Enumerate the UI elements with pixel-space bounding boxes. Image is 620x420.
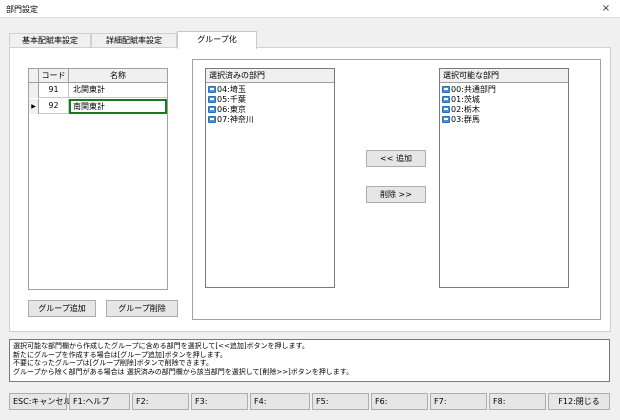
list-item[interactable]: 00:共通部門: [442, 85, 496, 95]
list-item-label: 03:群馬: [451, 115, 480, 124]
department-icon: [208, 116, 216, 123]
row-name-editor[interactable]: 南関東計: [69, 99, 167, 114]
row-pointer-icon: [29, 83, 39, 98]
list-item-label: 05:千葉: [217, 95, 246, 104]
list-item-label: 04:埼玉: [217, 85, 246, 94]
f8-button[interactable]: F8:: [489, 393, 546, 410]
row-code: 91: [39, 83, 69, 98]
department-icon: [208, 86, 216, 93]
tab-basic-allocation[interactable]: 基本配賦率設定: [9, 33, 91, 48]
row-name: 北関東計: [73, 85, 105, 94]
list-item-label: 01:茨城: [451, 95, 480, 104]
list-item[interactable]: 06:東京: [208, 105, 246, 115]
available-list-header: 選択可能な部門: [440, 69, 568, 83]
row-pointer-icon: ▶: [29, 99, 39, 114]
department-icon: [442, 116, 450, 123]
f2-button[interactable]: F2:: [132, 393, 189, 410]
list-item-label: 00:共通部門: [451, 85, 496, 94]
list-item-label: 06:東京: [217, 105, 246, 114]
department-icon: [208, 96, 216, 103]
add-to-group-button[interactable]: << 追加: [366, 150, 426, 167]
f4-button[interactable]: F4:: [250, 393, 310, 410]
window-title: 部門設定: [6, 5, 38, 14]
list-item-label: 02:栃木: [451, 105, 480, 114]
department-icon: [442, 106, 450, 113]
list-item[interactable]: 02:栃木: [442, 105, 480, 115]
f5-button[interactable]: F5:: [312, 393, 369, 410]
list-item[interactable]: 04:埼玉: [208, 85, 246, 95]
list-item[interactable]: 03:群馬: [442, 115, 480, 125]
f12-close-button[interactable]: F12:閉じる: [548, 393, 610, 410]
list-item[interactable]: 01:茨城: [442, 95, 480, 105]
tab-grouping[interactable]: グループ化: [177, 31, 257, 49]
group-grid: コード 名称 91 北関東計 ▶ 92 南関東計: [28, 68, 168, 290]
row-code: 92: [39, 99, 69, 114]
f6-button[interactable]: F6:: [371, 393, 428, 410]
remove-from-group-button[interactable]: 削除 >>: [366, 186, 426, 203]
f7-button[interactable]: F7:: [430, 393, 487, 410]
table-row[interactable]: ▶ 92 南関東計: [29, 99, 167, 114]
message-line: 不要になったグループは[グループ削除]ボタンで削除できます。: [13, 359, 213, 368]
selected-list-header: 選択済みの部門: [206, 69, 334, 83]
department-icon: [442, 86, 450, 93]
list-item-label: 07:神奈川: [217, 115, 254, 124]
grid-header-name: 名称: [110, 71, 126, 80]
available-departments-list[interactable]: 選択可能な部門 00:共通部門 01:茨城 02:栃木 03:群馬: [439, 68, 569, 288]
f1-help-button[interactable]: F1:ヘルプ: [69, 393, 130, 410]
department-icon: [442, 96, 450, 103]
message-line: 選択可能な部門欄から作成したグループに含める部門を選択して[<<追加]ボタンを押…: [13, 342, 309, 350]
message-line: グループから除く部門がある場合は 選択済みの部門欄から該当部門を選択して[削除>…: [13, 367, 354, 376]
tab-detail-allocation[interactable]: 詳細配賦率設定: [91, 33, 177, 48]
list-item[interactable]: 05:千葉: [208, 95, 246, 105]
list-item[interactable]: 07:神奈川: [208, 115, 254, 125]
title-bar: 部門設定 ×: [0, 0, 620, 18]
add-group-button[interactable]: グループ追加: [28, 300, 96, 317]
close-icon[interactable]: ×: [592, 0, 620, 18]
table-row[interactable]: 91 北関東計: [29, 83, 167, 98]
f3-button[interactable]: F3:: [191, 393, 248, 410]
grid-header: コード 名称: [29, 69, 167, 83]
delete-group-button[interactable]: グループ削除: [106, 300, 178, 317]
department-icon: [208, 106, 216, 113]
message-line: 新たにグループを作成する場合は[グループ追加]ボタンを押します。: [13, 350, 227, 359]
selected-departments-list[interactable]: 選択済みの部門 04:埼玉 05:千葉 06:東京 07:神奈川: [205, 68, 335, 288]
grid-header-corner: [29, 69, 39, 83]
grid-header-code: コード: [39, 69, 69, 83]
esc-cancel-button[interactable]: ESC:キャンセル: [9, 393, 71, 410]
instruction-message: 選択可能な部門欄から作成したグループに含める部門を選択して[<<追加]ボタンを押…: [9, 339, 610, 382]
